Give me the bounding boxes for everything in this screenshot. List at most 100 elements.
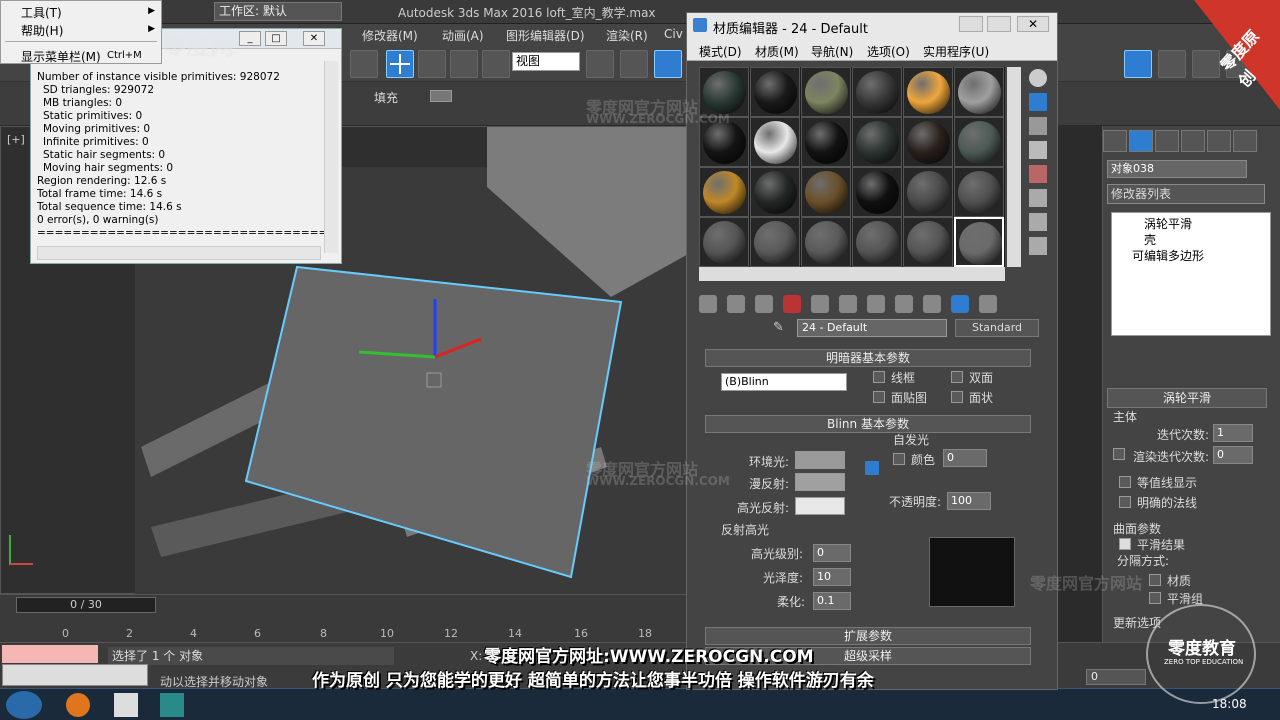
motion-tab[interactable] [1181,130,1205,152]
modify-tab[interactable] [1129,130,1153,152]
show-end-result-icon[interactable] [923,295,941,313]
material-slot[interactable] [903,217,953,267]
select-scale-button[interactable] [450,50,478,78]
material-name-field[interactable]: 24 - Default [797,319,947,337]
dropdown-tools[interactable]: 工具(T) [21,4,62,21]
me-menu-modes[interactable]: 模式(D) [699,43,742,60]
pivot-button[interactable] [586,50,614,78]
lock-icon[interactable] [865,461,879,475]
faceted-checkbox[interactable] [951,391,963,403]
material-slot[interactable] [852,117,902,167]
stack-item-editable-poly[interactable]: 可编辑多边形 [1132,247,1204,264]
ribbon-dropdown[interactable] [430,90,452,102]
material-slot[interactable] [954,67,1004,117]
material-slot[interactable] [750,167,800,217]
create-tab[interactable] [1103,130,1127,152]
material-slot[interactable] [750,217,800,267]
soften-value[interactable]: 0.1 [813,592,851,610]
backlight-icon[interactable] [1029,93,1047,111]
rollout-header[interactable]: 涡轮平滑 [1107,388,1267,408]
material-slot[interactable] [750,117,800,167]
start-button[interactable] [6,691,42,719]
maximize-button[interactable]: □ [265,31,287,46]
wire-checkbox[interactable] [873,371,885,383]
material-slot[interactable] [699,67,749,117]
maxscript-listener[interactable] [2,645,98,663]
put-to-scene-icon[interactable] [727,295,745,313]
menu-animation[interactable]: 动画(A) [442,27,484,44]
material-slot[interactable] [801,167,851,217]
material-slot[interactable] [699,117,749,167]
shader-rollout-header[interactable]: 明暗器基本参数 [705,349,1031,367]
select-by-material-icon[interactable] [1029,237,1047,255]
dropdown-help[interactable]: 帮助(H) [21,22,63,39]
smoothing-groups-checkbox[interactable] [1149,592,1161,604]
slots-vertical-scrollbar[interactable] [1007,67,1021,267]
stack-item-shell[interactable]: 壳 [1144,231,1156,248]
specular-swatch[interactable] [795,497,845,515]
minimized-window[interactable] [2,664,148,686]
spec-level-value[interactable]: 0 [813,544,851,562]
material-slot[interactable] [852,67,902,117]
make-preview-icon[interactable] [1029,189,1047,207]
me-menu-utilities[interactable]: 实用程序(U) [923,43,989,60]
modifier-list-select[interactable]: 修改器列表 [1107,184,1265,204]
sample-uv-tiling-icon[interactable] [1029,141,1047,159]
time-slider[interactable]: 0 / 30 [16,597,156,613]
face-map-checkbox[interactable] [873,391,885,403]
menu-civil[interactable]: Civ [664,27,683,41]
assign-to-selection-icon[interactable] [755,295,773,313]
ambient-swatch[interactable] [795,451,845,469]
make-unique-icon[interactable] [811,295,829,313]
material-slot[interactable] [954,117,1004,167]
shader-select[interactable]: (B)Blinn [721,373,847,391]
isoline-checkbox[interactable] [1119,476,1131,488]
vertical-scrollbar[interactable] [324,61,338,253]
render-iters-value[interactable]: 0 [1213,446,1253,464]
select-move-button[interactable] [386,50,414,78]
menu-modifiers[interactable]: 修改器(M) [362,27,418,44]
material-slot[interactable] [750,67,800,117]
material-slot[interactable] [801,67,851,117]
video-color-check-icon[interactable] [1029,165,1047,183]
material-editor-window[interactable]: 材质编辑器 - 24 - Default ✕ 模式(D) 材质(M) 导航(N)… [686,12,1058,690]
diffuse-swatch[interactable] [795,473,845,491]
iterations-value[interactable]: 1 [1213,424,1253,442]
current-frame-field[interactable]: 0 [1086,669,1146,685]
render-iters-checkbox[interactable] [1113,448,1125,460]
taskbar-app-icon[interactable] [114,693,138,717]
minimize-button[interactable]: _ [239,31,261,46]
keyboard-shortcut-button[interactable] [654,50,682,78]
material-slot[interactable] [699,217,749,267]
minimize-button[interactable] [959,16,983,32]
material-type-button[interactable]: Standard [955,319,1039,337]
me-menu-material[interactable]: 材质(M) [755,43,799,60]
reset-map-icon[interactable] [783,295,801,313]
material-slot[interactable] [852,167,902,217]
select-rotate-button[interactable] [418,50,446,78]
opacity-value[interactable]: 100 [947,492,991,510]
get-material-icon[interactable] [699,295,717,313]
horizontal-scrollbar[interactable] [37,246,321,260]
utilities-tab[interactable] [1233,130,1257,152]
materials-checkbox[interactable] [1149,574,1161,586]
self-illum-value[interactable]: 0 [943,449,987,467]
menu-graph-editors[interactable]: 图形编辑器(D) [506,27,585,44]
firefox-icon[interactable] [66,693,90,717]
stack-item-turbosmooth[interactable]: 涡轮平滑 [1144,215,1192,232]
maximize-button[interactable] [987,16,1011,32]
go-to-parent-icon[interactable] [951,295,969,313]
display-tab[interactable] [1207,130,1231,152]
options-icon[interactable] [1029,213,1047,231]
material-id-icon[interactable] [867,295,885,313]
material-slot[interactable] [903,167,953,217]
material-slot[interactable] [852,217,902,267]
material-slot[interactable] [903,67,953,117]
reference-coord-select[interactable]: 视图 [512,52,580,71]
select-object-button[interactable] [350,50,378,78]
background-checker-icon[interactable] [1029,117,1047,135]
smooth-result-checkbox[interactable] [1119,538,1131,550]
3dsmax-icon[interactable] [160,693,184,717]
material-slot[interactable] [954,217,1004,267]
material-slot[interactable] [699,167,749,217]
